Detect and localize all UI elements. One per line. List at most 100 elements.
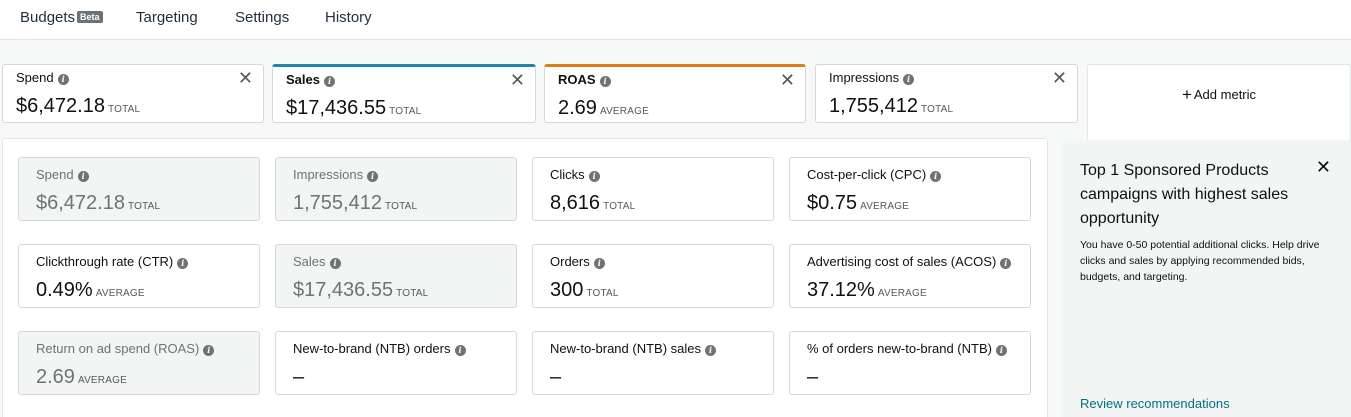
info-icon[interactable]: i [1000, 258, 1012, 269]
metric-option-value: $6,472.18 TOTAL [36, 192, 160, 215]
close-icon[interactable]: ✕ [1316, 157, 1331, 178]
metric-option-value-text: $0.75 [807, 192, 858, 214]
metric-option-orders[interactable]: Orders i 300 TOTAL [532, 244, 774, 308]
info-icon[interactable]: i [57, 74, 69, 85]
metric-option-label-text: Advertising cost of sales (ACOS) [807, 254, 997, 269]
metric-value-text: 1,755,412 [829, 95, 918, 117]
metric-option-value: 2.69 AVERAGE [36, 366, 127, 389]
metric-option-value: $17,436.55 TOTAL [293, 279, 428, 302]
metric-option-unit: AVERAGE [877, 288, 927, 299]
close-icon[interactable]: ✕ [238, 69, 253, 87]
metric-option-ntb-sales[interactable]: New-to-brand (NTB) sales i – [532, 331, 774, 395]
metric-option-label-text: % of orders new-to-brand (NTB) [807, 341, 992, 356]
metric-option-value-text: – [550, 366, 562, 388]
metric-label: ROAS i [558, 72, 611, 87]
info-icon[interactable]: i [323, 76, 335, 87]
metric-value: 2.69 AVERAGE [558, 97, 649, 120]
metric-option-value-text: 300 [550, 279, 584, 301]
selected-metric-impressions[interactable]: Impressions i 1,755,412 TOTAL ✕ [815, 64, 1078, 123]
metric-option-label: Spend i [36, 167, 89, 182]
info-icon[interactable]: i [588, 171, 600, 182]
metric-option-label-text: Sales [293, 254, 326, 269]
metric-option-label-text: Clickthrough rate (CTR) [36, 254, 174, 269]
info-icon[interactable]: i [593, 258, 605, 269]
metric-unit: TOTAL [920, 104, 954, 115]
info-icon[interactable]: i [705, 345, 716, 356]
metric-option-unit: TOTAL [396, 288, 429, 299]
metric-option-label-text: Cost-per-click (CPC) [807, 167, 927, 182]
metric-label-text: Spend [16, 70, 54, 85]
metric-value: 1,755,412 TOTAL [829, 95, 953, 118]
metric-option-value: – [807, 366, 821, 389]
info-icon[interactable]: i [203, 345, 215, 356]
metric-label: Impressions i [829, 70, 915, 85]
tab-settings[interactable]: Settings [235, 9, 289, 26]
metric-option-sales[interactable]: Sales i $17,436.55 TOTAL [275, 244, 517, 308]
metric-unit: TOTAL [107, 104, 141, 115]
info-icon[interactable]: i [930, 171, 942, 182]
close-icon[interactable]: ✕ [780, 71, 795, 89]
metric-option-unit: TOTAL [603, 201, 636, 212]
metric-option-ntb-orders[interactable]: New-to-brand (NTB) orders i – [275, 331, 517, 395]
selected-metric-roas[interactable]: ROAS i 2.69 AVERAGE ✕ [544, 64, 806, 123]
info-icon[interactable]: i [599, 76, 611, 87]
metric-option-cpc[interactable]: Cost-per-click (CPC) i $0.75 AVERAGE [789, 157, 1031, 221]
metric-label-text: ROAS [558, 72, 596, 87]
metric-option-label: Sales i [293, 254, 341, 269]
metric-option-value-text: 8,616 [550, 192, 601, 214]
metric-label: Spend i [16, 70, 69, 85]
metric-option-label: Orders i [550, 254, 605, 269]
metric-option-pct-orders-ntb[interactable]: % of orders new-to-brand (NTB) i – [789, 331, 1031, 395]
metric-value: $17,436.55 TOTAL [286, 97, 421, 120]
info-icon[interactable]: i [367, 171, 379, 182]
metric-option-label-text: Clicks [550, 167, 585, 182]
info-icon[interactable]: i [995, 345, 1007, 356]
metric-option-value: $0.75 AVERAGE [807, 192, 909, 215]
metric-option-clicks[interactable]: Clicks i 8,616 TOTAL [532, 157, 774, 221]
close-icon[interactable]: ✕ [510, 71, 525, 89]
add-metric-label: Add metric [1193, 87, 1257, 102]
metric-option-value: 300 TOTAL [550, 279, 619, 302]
tab-history[interactable]: History [325, 9, 372, 26]
metric-option-label: Cost-per-click (CPC) i [807, 167, 942, 182]
metric-option-acos[interactable]: Advertising cost of sales (ACOS) i 37.12%… [789, 244, 1031, 308]
metric-option-ctr[interactable]: Clickthrough rate (CTR) i 0.49% AVERAGE [18, 244, 260, 308]
metric-value-text: $17,436.55 [286, 97, 387, 119]
metric-option-value: – [550, 366, 564, 389]
review-recommendations-link[interactable]: Review recommendations [1080, 396, 1230, 411]
metric-option-label-text: Impressions [293, 167, 364, 182]
info-icon[interactable]: i [77, 171, 89, 182]
add-metric-button[interactable]: + Add metric [1088, 85, 1350, 105]
metric-option-spend[interactable]: Spend i $6,472.18 TOTAL [18, 157, 260, 221]
top-nav: Budgets Beta Targeting Settings History [0, 0, 1351, 40]
metric-label-text: Sales [286, 72, 320, 87]
metric-picker-panel: Spend i $6,472.18 TOTAL Impressions i 1,755… [2, 138, 1048, 417]
info-icon[interactable]: i [454, 345, 466, 356]
metric-option-label: New-to-brand (NTB) orders i [293, 341, 466, 356]
metric-unit: TOTAL [389, 106, 422, 117]
metric-option-roas[interactable]: Return on ad spend (ROAS) i 2.69 AVERAGE [18, 331, 260, 395]
metric-option-unit: AVERAGE [860, 201, 910, 212]
metric-option-unit: AVERAGE [95, 288, 145, 299]
metric-option-label: Return on ad spend (ROAS) i [36, 341, 215, 356]
metric-option-label-text: Orders [550, 254, 590, 269]
metric-option-value: 0.49% AVERAGE [36, 279, 145, 302]
recommendation-description: You have 0-50 potential additional click… [1080, 239, 1320, 283]
metric-option-impressions[interactable]: Impressions i 1,755,412 TOTAL [275, 157, 517, 221]
metric-option-label: New-to-brand (NTB) sales i [550, 341, 716, 356]
tab-budgets[interactable]: Budgets Beta [20, 9, 103, 26]
metric-option-value: 8,616 TOTAL [550, 192, 635, 215]
tab-targeting[interactable]: Targeting [136, 9, 198, 26]
metric-value-text: 2.69 [558, 97, 597, 119]
selected-metric-spend[interactable]: Spend i $6,472.18 TOTAL ✕ [2, 64, 264, 123]
metric-option-value: 1,755,412 TOTAL [293, 192, 417, 215]
info-icon[interactable]: i [329, 258, 341, 269]
close-icon[interactable]: ✕ [1052, 69, 1067, 87]
metric-option-label-text: New-to-brand (NTB) sales [550, 341, 701, 356]
info-icon[interactable]: i [177, 258, 189, 269]
metric-label: Sales i [286, 72, 335, 87]
selected-metric-sales[interactable]: Sales i $17,436.55 TOTAL ✕ [272, 64, 536, 123]
metric-option-label: % of orders new-to-brand (NTB) i [807, 341, 1007, 356]
metric-option-unit: TOTAL [384, 201, 418, 212]
info-icon[interactable]: i [903, 74, 915, 85]
